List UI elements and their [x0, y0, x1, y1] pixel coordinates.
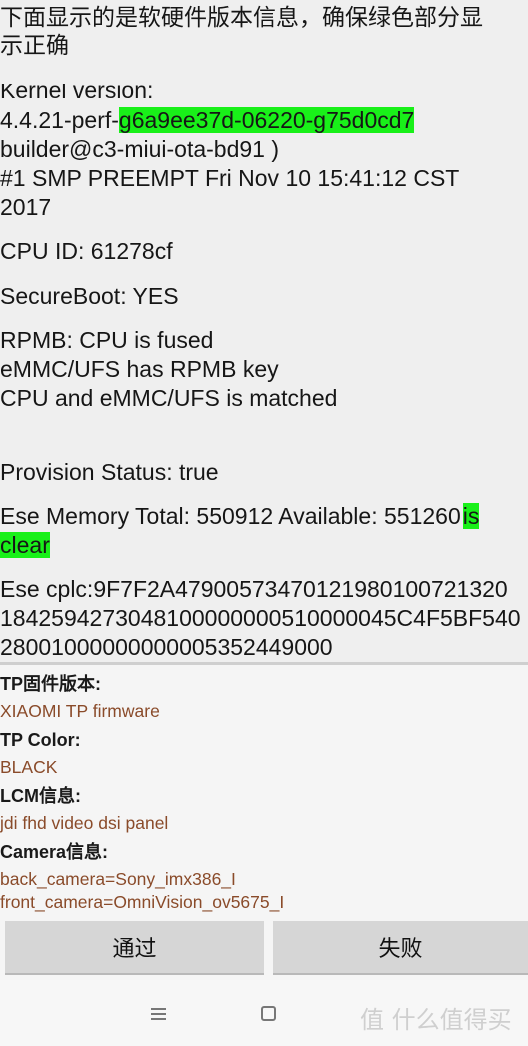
- lcm-label: LCM信息:: [0, 786, 81, 806]
- rpmb-line: CPU and eMMC/UFS is matched: [0, 385, 338, 411]
- tp-color-value: BLACK: [0, 757, 58, 777]
- header-line-1-overlay: 下面显示的是软硬件版本信息，确保绿色部分显: [0, 4, 483, 30]
- kernel-version: 4.4.21-perf-g6a9ee37d-06220-g75d0cd7: [0, 106, 415, 135]
- ese-memory-highlight: is: [462, 503, 480, 529]
- menu-icon[interactable]: [151, 1008, 166, 1020]
- divider: [0, 662, 528, 665]
- tp-color-label: TP Color:: [0, 730, 81, 750]
- kernel-hash-highlight: g6a9ee37d-06220-g75d0cd7: [118, 107, 415, 133]
- ese-cplc-line: 1842594273048100000000510000045C4F5BF540: [0, 605, 521, 631]
- kernel-builder: builder@c3-miui-ota-bd91 ): [0, 136, 280, 162]
- back-camera-value: back_camera=Sony_imx386_I: [0, 869, 236, 889]
- watermark: 值 什么值得买: [360, 1006, 512, 1034]
- navigation-bar: 值 什么值得买: [0, 980, 528, 1046]
- ese-clear-highlight: clear: [0, 532, 50, 558]
- tp-firmware-value: XIAOMI TP firmware: [0, 701, 160, 721]
- rpmb-line: eMMC/UFS has RPMB key: [0, 356, 279, 382]
- cpu-id: CPU ID: 61278cf: [0, 238, 173, 264]
- ese-cplc-line: 28001000000000005352449000: [0, 634, 333, 660]
- kernel-prefix: 4.4.21-perf-: [0, 107, 119, 133]
- provision-status: Provision Status: true: [0, 459, 219, 485]
- ese-cplc-line: Ese cplc:9F7F2A4790057347012198010072132…: [0, 576, 508, 602]
- kernel-build-line: #1 SMP PREEMPT Fri Nov 10 15:41:12 CST: [0, 165, 460, 191]
- camera-label: Camera信息:: [0, 842, 109, 862]
- rpmb-line: RPMB: CPU is fused: [0, 327, 214, 353]
- front-camera-value: front_camera=OmniVision_ov5675_I: [0, 892, 285, 912]
- secure-boot: SecureBoot: YES: [0, 283, 179, 309]
- header-line-2-overlay: 示正确: [0, 32, 69, 58]
- home-square-icon[interactable]: [261, 1006, 276, 1021]
- fail-button[interactable]: 失败: [273, 921, 528, 975]
- ese-memory-text: Ese Memory Total: 550912 Available: 5512…: [0, 503, 461, 529]
- pass-button[interactable]: 通过: [5, 921, 264, 975]
- tp-firmware-label: TP固件版本:: [0, 674, 101, 694]
- kernel-year: 2017: [0, 194, 52, 220]
- version-info-scroll[interactable]: 下面显示的是软硬件版本信息，确保绿色部分显 示正确 Kernel version…: [0, 0, 528, 662]
- ese-memory-cont: clear: [0, 531, 50, 560]
- ese-memory: Ese Memory Total: 550912 Available: 5512…: [0, 502, 480, 531]
- lcm-value: jdi fhd video dsi panel: [0, 813, 169, 833]
